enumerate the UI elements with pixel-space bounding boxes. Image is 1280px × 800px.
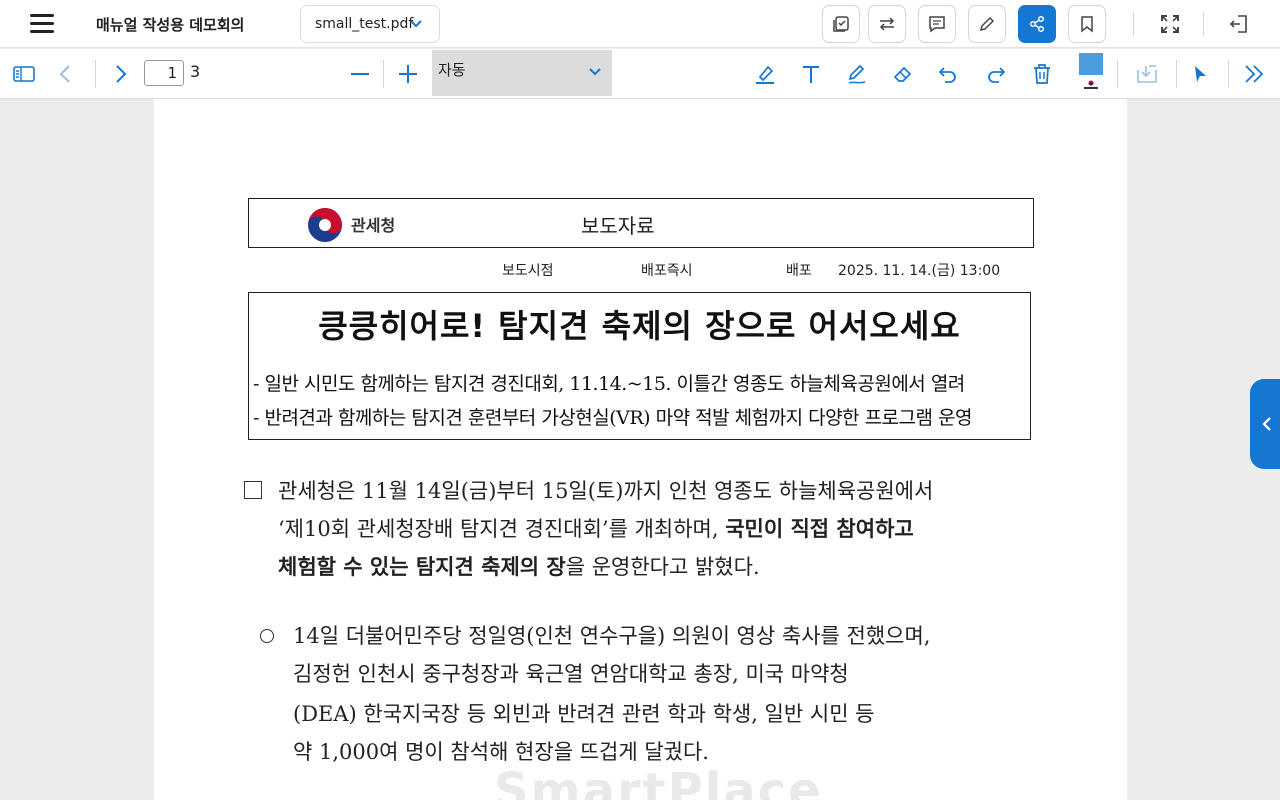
zoom-out-button[interactable] [346, 60, 374, 88]
exit-door-icon [1229, 15, 1247, 33]
page-number-input[interactable]: 1 [144, 60, 184, 86]
redo-icon [988, 67, 1006, 83]
bookmark-button[interactable] [1068, 5, 1106, 43]
next-page-button[interactable] [106, 60, 134, 88]
para2-line3: (DEA) 한국지국장 등 외빈과 반려견 관련 학과 학생, 일반 시민 등 [293, 702, 875, 726]
share-button[interactable] [1018, 5, 1056, 43]
fullscreen-icon [1161, 15, 1179, 33]
chevron-down-icon [589, 68, 601, 76]
pen-icon [848, 64, 866, 84]
redo-button[interactable] [982, 60, 1010, 88]
chevron-down-icon [410, 20, 422, 28]
divider [1117, 60, 1118, 88]
comment-button[interactable] [918, 5, 956, 43]
meeting-title: 매뉴얼 작성용 데모회의 [96, 16, 245, 34]
meta-dist-value: 2025. 11. 14.(금) 13:00 [838, 263, 1001, 279]
square-bullet [244, 481, 262, 499]
save-annotation-button[interactable] [1133, 60, 1161, 88]
press-header-box: 관세청 보도자료 [248, 198, 1034, 248]
edit-button[interactable] [968, 5, 1006, 43]
org-name: 관세청 [351, 216, 396, 235]
pdf-page: 관세청 보도자료 보도시점 배포즉시 배포 2025. 11. 14.(금) 1… [154, 99, 1127, 800]
chevron-right-icon [116, 65, 127, 83]
taegeuk-logo-icon [308, 208, 342, 242]
fullscreen-button[interactable] [1155, 9, 1185, 39]
undo-icon [938, 67, 956, 83]
para1-line2: ‘제10회 관세청장배 탐지견 경진대회’를 개최하며, 국민이 직접 참여하고 [278, 510, 914, 548]
subheadline-1: - 일반 시민도 함께하는 탐지견 경진대회, 11.14.~15. 이틀간 영… [253, 373, 965, 395]
zoom-select[interactable]: 자동 [432, 50, 612, 96]
double-chevron-right-icon [1245, 65, 1264, 83]
more-tools-button[interactable] [1240, 60, 1268, 88]
para2-line1: 14일 더불어민주당 정일영(인천 연수구을) 의원이 영상 축사를 전했으며, [293, 624, 931, 648]
text-icon [803, 66, 819, 83]
pencil-icon [979, 16, 995, 32]
divider [1176, 60, 1177, 88]
para1-line1: 관세청은 11월 14일(금)부터 15일(토)까지 인천 영종도 하늘체육공원… [278, 479, 934, 503]
watermark: SmartPlace [494, 763, 823, 800]
zoom-value: 자동 [438, 61, 466, 79]
minus-icon [351, 73, 369, 75]
chevron-left-icon [1262, 417, 1271, 431]
file-selector[interactable]: small_test.pdf [300, 5, 440, 43]
delete-button[interactable] [1028, 60, 1056, 88]
circle-bullet [260, 629, 274, 643]
swap-button[interactable] [868, 5, 906, 43]
sidebar-panel-icon [13, 66, 35, 82]
share-icon [1029, 15, 1045, 33]
headline-box: 킁킁히어로! 탐지견 축제의 장으로 어서오세요 - 일반 시민도 함께하는 탐… [248, 292, 1031, 440]
exit-button[interactable] [1224, 9, 1254, 39]
prev-page-button[interactable] [52, 60, 80, 88]
meta-release-label: 보도시점 [502, 263, 554, 279]
side-panel-toggle[interactable] [1250, 379, 1280, 469]
divider [1203, 12, 1204, 36]
draw-tool-button[interactable] [843, 60, 871, 88]
subheadline-2: - 반려견과 함께하는 탐지견 훈련부터 가상현실(VR) 마약 적발 체험까지… [253, 407, 973, 429]
divider [1133, 12, 1134, 36]
para1-line3-bold: 체험할 수 있는 탐지견 축제의 장 [278, 554, 566, 579]
eraser-icon [893, 66, 912, 82]
meta-release-value: 배포즉시 [641, 263, 693, 279]
para1-line2-bold: 국민이 직접 참여하고 [725, 516, 914, 541]
para1-line2-text: ‘제10회 관세청장배 탐지견 경진대회’를 개최하며, [278, 517, 726, 541]
top-header: 매뉴얼 작성용 데모회의 small_test.pdf [0, 0, 1280, 48]
comment-icon [929, 16, 945, 33]
plus-icon [399, 65, 417, 83]
menu-icon[interactable] [30, 14, 54, 34]
para2-line2: 김정헌 인천시 중구청장과 육근열 연암대학교 총장, 미국 마약청 [293, 662, 849, 686]
viewer-toolbar: 1 3 자동 [0, 49, 1280, 99]
meta-dist-label: 배포 [786, 263, 812, 279]
annotation-color-swatch[interactable] [1079, 53, 1103, 75]
divider [95, 60, 96, 88]
doc-type-title: 보도자료 [581, 214, 655, 238]
download-tray-icon [1137, 65, 1157, 83]
cursor-arrow-icon [1195, 66, 1206, 82]
divider [383, 60, 384, 88]
highlighter-icon [756, 65, 774, 84]
eraser-tool-button[interactable] [889, 60, 917, 88]
highlight-tool-button[interactable] [751, 60, 779, 88]
bookmark-icon [1081, 16, 1093, 33]
para1-line3-text: 을 운영한다고 밝혔다. [565, 555, 760, 579]
checklist-button[interactable] [822, 5, 860, 43]
trash-icon [1034, 64, 1050, 84]
page-total: 3 [190, 62, 201, 81]
file-name: small_test.pdf [315, 16, 414, 32]
divider [1228, 60, 1229, 88]
text-tool-button[interactable] [797, 60, 825, 88]
checklist-icon [833, 16, 849, 32]
color-indicator-icon [1084, 80, 1098, 89]
para1-line3: 체험할 수 있는 탐지견 축제의 장을 운영한다고 밝혔다. [278, 548, 760, 586]
chevron-left-icon [59, 65, 70, 83]
sidebar-toggle-button[interactable] [10, 60, 38, 88]
headline: 킁킁히어로! 탐지견 축제의 장으로 어서오세요 [318, 307, 961, 345]
select-tool-button[interactable] [1186, 60, 1214, 88]
zoom-in-button[interactable] [394, 60, 422, 88]
undo-button[interactable] [934, 60, 962, 88]
swap-arrows-icon [879, 17, 895, 31]
